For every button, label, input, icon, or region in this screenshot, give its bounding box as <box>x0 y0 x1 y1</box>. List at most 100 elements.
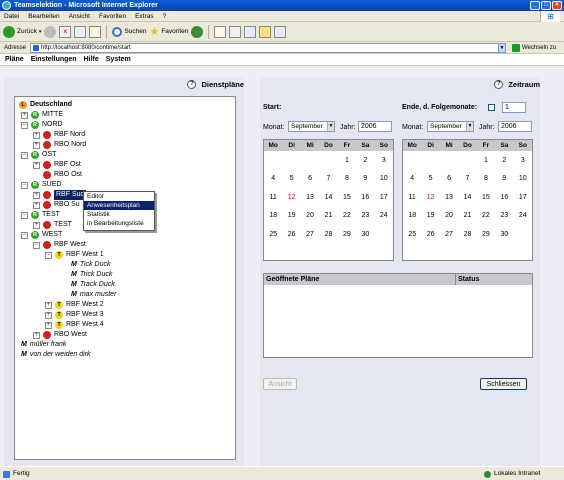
calendar-day[interactable]: 6 <box>301 175 319 182</box>
favorites-button[interactable]: ★ Favoriten <box>149 25 188 38</box>
calendar-day[interactable]: 24 <box>514 212 532 219</box>
tree-node-rbf-west[interactable]: − RBF West <box>33 240 86 250</box>
calendar-day[interactable]: 25 <box>264 231 282 238</box>
calendar-day[interactable]: 18 <box>403 212 421 219</box>
tree-node-member[interactable]: Mmüller frank <box>21 340 66 350</box>
expand-icon[interactable]: + <box>33 191 40 199</box>
tree-node-member[interactable]: Mmax muster <box>71 290 116 300</box>
expand-icon[interactable]: + <box>45 321 52 329</box>
close-button[interactable]: × <box>552 1 562 10</box>
expand-icon[interactable]: + <box>33 221 40 229</box>
calendar-day[interactable]: 18 <box>264 212 282 219</box>
help-icon[interactable]: ? <box>494 79 504 89</box>
help-icon[interactable]: ? <box>187 79 197 89</box>
calendar-day[interactable]: 12 <box>282 194 300 201</box>
calendar-day[interactable]: 11 <box>403 194 421 201</box>
context-menu-statistik[interactable]: Statistik <box>84 210 154 219</box>
calendar-day[interactable]: 9 <box>495 175 513 182</box>
calendar-day[interactable]: 7 <box>458 175 476 182</box>
context-menu-anwesenheitsplan[interactable]: Anwesenheitsplan <box>84 201 154 210</box>
end-months-input[interactable]: 1 <box>502 102 526 113</box>
messenger-icon[interactable] <box>274 25 287 38</box>
minimize-button[interactable]: _ <box>530 1 540 10</box>
go-button[interactable]: Wechseln zu <box>522 42 556 54</box>
end-checkbox[interactable] <box>488 104 495 111</box>
refresh-icon[interactable] <box>74 25 87 38</box>
tree-node-mitte[interactable]: + R MITTE <box>21 110 63 120</box>
tree-node-west[interactable]: − R WEST <box>21 230 62 240</box>
calendar-day[interactable]: 25 <box>403 231 421 238</box>
menu-extras[interactable]: Extras <box>135 11 153 21</box>
app-menu-hilfe[interactable]: Hilfe <box>84 54 99 65</box>
calendar-day[interactable]: 7 <box>319 175 337 182</box>
calendar-day[interactable]: 3 <box>375 157 393 164</box>
tree-node-rbf-sued[interactable]: + RBF Sud <box>33 190 87 200</box>
app-menu-system[interactable]: System <box>106 54 131 65</box>
tree-node-sued[interactable]: − R SUED <box>21 180 61 190</box>
calendar-day[interactable]: 8 <box>477 175 495 182</box>
tree-node-member[interactable]: Mvon der weiden dirk <box>21 350 91 360</box>
calendar-day[interactable]: 29 <box>338 231 356 238</box>
search-button[interactable]: Suchen <box>112 26 146 37</box>
calendar-day[interactable]: 6 <box>440 175 458 182</box>
calendar-day[interactable]: 30 <box>495 231 513 238</box>
tree-node-deutschland[interactable]: L Deutschland <box>19 100 72 110</box>
calendar-day[interactable]: 1 <box>338 157 356 164</box>
expand-icon[interactable]: + <box>33 161 40 169</box>
calendar-day[interactable]: 23 <box>356 212 374 219</box>
edit-icon[interactable] <box>244 25 257 38</box>
address-dropdown[interactable]: ▼ <box>498 43 506 53</box>
calendar-day[interactable]: 5 <box>282 175 300 182</box>
menu-datei[interactable]: Datei <box>4 11 19 21</box>
tree-node-rbo-nord[interactable]: + RBO Nord <box>33 140 86 150</box>
calendar-day[interactable]: 16 <box>356 194 374 201</box>
calendar-day[interactable]: 19 <box>421 212 439 219</box>
calendar-day[interactable]: 2 <box>495 157 513 164</box>
calendar-day[interactable]: 17 <box>514 194 532 201</box>
collapse-icon[interactable]: − <box>45 251 52 259</box>
calendar-day[interactable]: 3 <box>514 157 532 164</box>
calendar-day[interactable]: 26 <box>421 231 439 238</box>
collapse-icon[interactable]: − <box>21 211 28 219</box>
menu-bearbeiten[interactable]: Bearbeiten <box>28 11 59 21</box>
calendar-day[interactable]: 27 <box>440 231 458 238</box>
calendar-day[interactable]: 28 <box>458 231 476 238</box>
calendar-day[interactable]: 20 <box>440 212 458 219</box>
end-month-select[interactable]: September ▼ <box>427 121 474 132</box>
expand-icon[interactable]: + <box>45 311 52 319</box>
calendar-day[interactable]: 30 <box>356 231 374 238</box>
context-menu-editor[interactable]: Editor <box>84 192 154 201</box>
collapse-icon[interactable]: − <box>21 231 28 239</box>
start-month-select[interactable]: September ▼ <box>288 121 335 132</box>
stop-icon[interactable]: × <box>59 25 72 38</box>
expand-icon[interactable]: + <box>45 301 52 309</box>
calendar-day[interactable]: 10 <box>514 175 532 182</box>
calendar-day[interactable]: 12 <box>421 194 439 201</box>
calendar-day[interactable]: 2 <box>356 157 374 164</box>
calendar-day[interactable]: 4 <box>264 175 282 182</box>
folder-icon[interactable] <box>259 25 272 38</box>
tree-node-member[interactable]: M Tick Duck <box>71 260 111 270</box>
calendar-day[interactable]: 13 <box>301 194 319 201</box>
expand-icon[interactable]: + <box>33 131 40 139</box>
view-button[interactable]: Ansicht <box>263 378 297 390</box>
tree-node-member[interactable]: M Track Duck <box>71 280 115 290</box>
expand-icon[interactable]: + <box>33 141 40 149</box>
collapse-icon[interactable]: − <box>21 151 28 159</box>
app-menu-einstellungen[interactable]: Einstellungen <box>31 54 77 65</box>
back-button[interactable]: Zurück ▾ <box>3 25 41 38</box>
calendar-day[interactable]: 14 <box>458 194 476 201</box>
start-year-input[interactable]: 2006 <box>358 121 392 132</box>
calendar-day[interactable]: 10 <box>375 175 393 182</box>
go-icon[interactable] <box>512 44 520 52</box>
calendar-day[interactable]: 24 <box>375 212 393 219</box>
tree-node-test[interactable]: − R TEST <box>21 210 60 220</box>
calendar-day[interactable]: 5 <box>421 175 439 182</box>
calendar-day[interactable]: 8 <box>338 175 356 182</box>
home-icon[interactable] <box>89 25 102 38</box>
calendar-day[interactable]: 20 <box>301 212 319 219</box>
menu-favoriten[interactable]: Favoriten <box>99 11 126 21</box>
tree-node-ost[interactable]: − R OST <box>21 150 56 160</box>
collapse-icon[interactable]: − <box>21 121 28 129</box>
menu-help[interactable]: ? <box>163 11 167 21</box>
